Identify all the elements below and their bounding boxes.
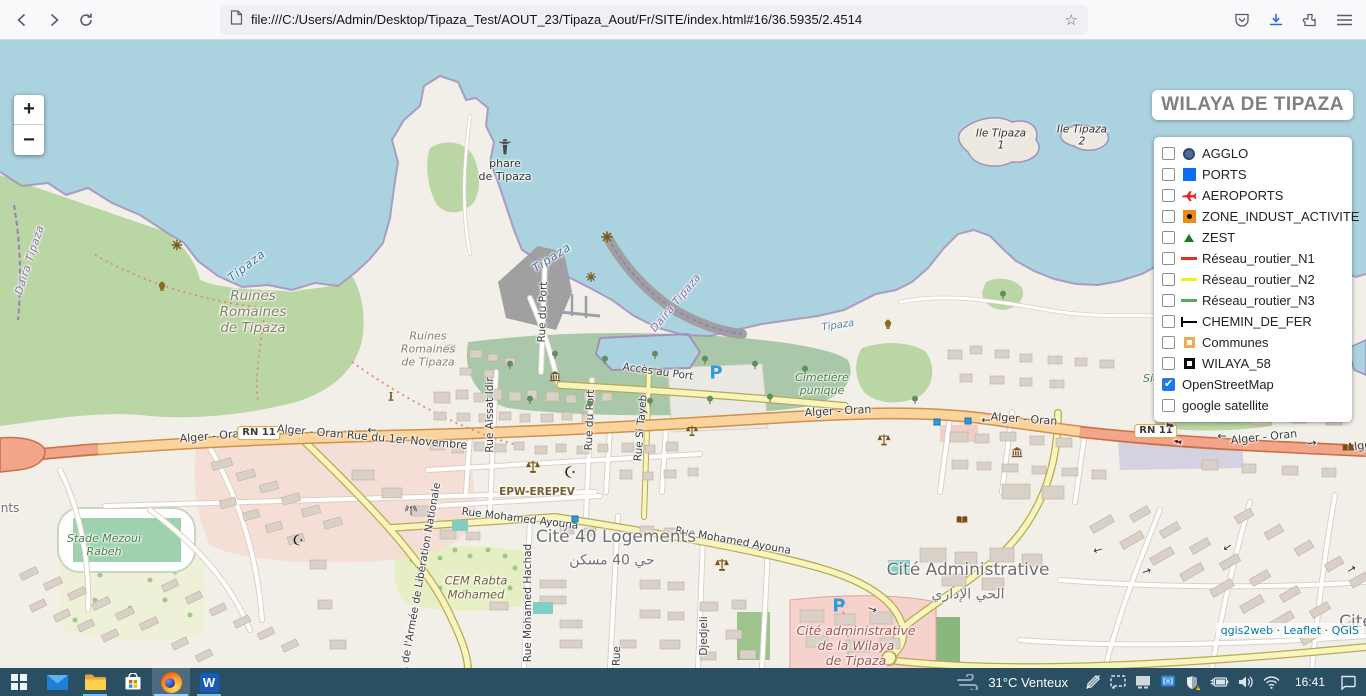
layer-checkbox[interactable] [1162, 231, 1175, 244]
page-icon [230, 10, 243, 30]
url-text[interactable]: file:///C:/Users/Admin/Desktop/Tipaza_Te… [251, 12, 1065, 27]
layer-row-communes[interactable]: Communes [1162, 332, 1344, 353]
square-blue-legend-icon [1180, 167, 1198, 183]
layer-label: Réseau_routier_N3 [1202, 293, 1315, 308]
communes-legend-icon [1180, 335, 1198, 351]
attribution-link-qgis2web[interactable]: qgis2web [1221, 624, 1274, 637]
volume-icon[interactable] [1238, 675, 1254, 689]
extensions-icon[interactable] [1300, 10, 1320, 30]
layer-label: AEROPORTS [1202, 188, 1283, 203]
reload-button[interactable] [70, 4, 102, 36]
forward-button[interactable] [38, 4, 70, 36]
back-button[interactable] [6, 4, 38, 36]
security-warning-icon[interactable] [1185, 675, 1201, 690]
network-app-icon[interactable] [1160, 675, 1176, 689]
circle-legend-icon [1180, 146, 1198, 162]
layer-checkbox[interactable] [1162, 315, 1175, 328]
attribution-link-leaflet[interactable]: Leaflet [1284, 624, 1321, 637]
layer-label: OpenStreetMap [1182, 377, 1274, 392]
start-button[interactable] [0, 668, 38, 696]
cast-icon[interactable] [1110, 675, 1126, 689]
action-center-icon[interactable] [1340, 675, 1356, 690]
windows-taskbar: W 31°C Venteux 16:41 [0, 668, 1366, 696]
attribution-link-qgis[interactable]: QGIS [1332, 624, 1359, 637]
layer-checkbox[interactable] [1162, 399, 1175, 412]
layer-label: WILAYA_58 [1202, 356, 1271, 371]
layer-checkbox[interactable] [1162, 336, 1175, 349]
layer-row-r-seau-routier-n3[interactable]: Réseau_routier_N3 [1162, 290, 1344, 311]
layer-row-r-seau-routier-n2[interactable]: Réseau_routier_N2 [1162, 269, 1344, 290]
line-yellow-legend-icon [1180, 272, 1198, 288]
layer-checkbox[interactable] [1162, 273, 1175, 286]
layer-checkbox[interactable] [1162, 357, 1175, 370]
layer-checkbox[interactable] [1162, 378, 1175, 391]
bookmark-star-icon[interactable]: ☆ [1065, 11, 1078, 29]
word-icon[interactable]: W [190, 668, 228, 696]
taskbar-clock[interactable]: 16:41 [1289, 675, 1331, 689]
browser-toolbar: file:///C:/Users/Admin/Desktop/Tipaza_Te… [0, 0, 1366, 40]
layer-checkbox[interactable] [1162, 168, 1175, 181]
microsoft-store-icon[interactable] [114, 668, 152, 696]
zoom-control: + − [14, 95, 44, 155]
layer-checkbox[interactable] [1162, 210, 1175, 223]
layer-label: Réseau_routier_N2 [1202, 272, 1315, 287]
layer-row-zone-indust-activite[interactable]: ZONE_INDUST_ACTIVITE [1162, 206, 1344, 227]
line-red-legend-icon [1180, 251, 1198, 267]
zoom-in-button[interactable]: + [14, 95, 44, 125]
wifi-icon[interactable] [1263, 676, 1280, 689]
mail-app-icon[interactable] [38, 668, 76, 696]
layer-row-ports[interactable]: PORTS [1162, 164, 1344, 185]
address-bar[interactable]: file:///C:/Users/Admin/Desktop/Tipaza_Te… [220, 5, 1088, 35]
display-icon[interactable] [1135, 675, 1151, 689]
layer-label: Communes [1202, 335, 1268, 350]
tri-legend-icon [1180, 230, 1198, 246]
file-explorer-icon[interactable] [76, 668, 114, 696]
rail-legend-icon [1180, 314, 1198, 330]
layer-row-chemin-de-fer[interactable]: CHEMIN_DE_FER [1162, 311, 1344, 332]
zoom-out-button[interactable]: − [14, 125, 44, 155]
layer-label: Réseau_routier_N1 [1202, 251, 1315, 266]
layer-row-google-satellite[interactable]: google satellite [1162, 395, 1344, 416]
pen-disabled-icon[interactable] [1085, 674, 1101, 690]
layer-checkbox[interactable] [1162, 189, 1175, 202]
layer-row-aeroports[interactable]: AEROPORTS [1162, 185, 1344, 206]
layer-row-wilaya-58[interactable]: WILAYA_58 [1162, 353, 1344, 374]
map-canvas[interactable]: phare de TipazaIle Tipaza 1Ile Tipaza 2T… [0, 40, 1366, 668]
layer-label: ZEST [1202, 230, 1235, 245]
layer-checkbox[interactable] [1162, 294, 1175, 307]
wilaya-legend-icon [1180, 356, 1198, 372]
layer-row-agglo[interactable]: AGGLO [1162, 143, 1344, 164]
map-title: WILAYA DE TIPAZA [1152, 90, 1353, 120]
taskbar-weather[interactable]: 31°C Venteux [957, 674, 1068, 690]
layer-label: PORTS [1202, 167, 1247, 182]
plane-legend-icon [1180, 188, 1198, 204]
pocket-icon[interactable] [1232, 10, 1252, 30]
layer-label: CHEMIN_DE_FER [1202, 314, 1312, 329]
menu-icon[interactable] [1334, 10, 1354, 30]
layer-checkbox[interactable] [1162, 252, 1175, 265]
layer-label: google satellite [1182, 398, 1269, 413]
map-attribution: qgis2web · Leaflet · QGIS [1216, 623, 1364, 638]
layer-checkbox[interactable] [1162, 147, 1175, 160]
layer-row-r-seau-routier-n1[interactable]: Réseau_routier_N1 [1162, 248, 1344, 269]
weather-text: 31°C Venteux [988, 675, 1068, 690]
layer-row-zest[interactable]: ZEST [1162, 227, 1344, 248]
layer-control-panel: AGGLO PORTS AEROPORTS ZONE_INDUST_ACTIVITE Z… [1154, 137, 1352, 422]
download-icon[interactable] [1266, 10, 1286, 30]
layer-label: AGGLO [1202, 146, 1248, 161]
line-green-legend-icon [1180, 293, 1198, 309]
zone-legend-icon [1180, 209, 1198, 225]
layer-row-openstreetmap[interactable]: OpenStreetMap [1162, 374, 1344, 395]
layer-label: ZONE_INDUST_ACTIVITE [1202, 209, 1359, 224]
firefox-icon[interactable] [152, 668, 190, 696]
battery-icon[interactable] [1210, 676, 1229, 688]
